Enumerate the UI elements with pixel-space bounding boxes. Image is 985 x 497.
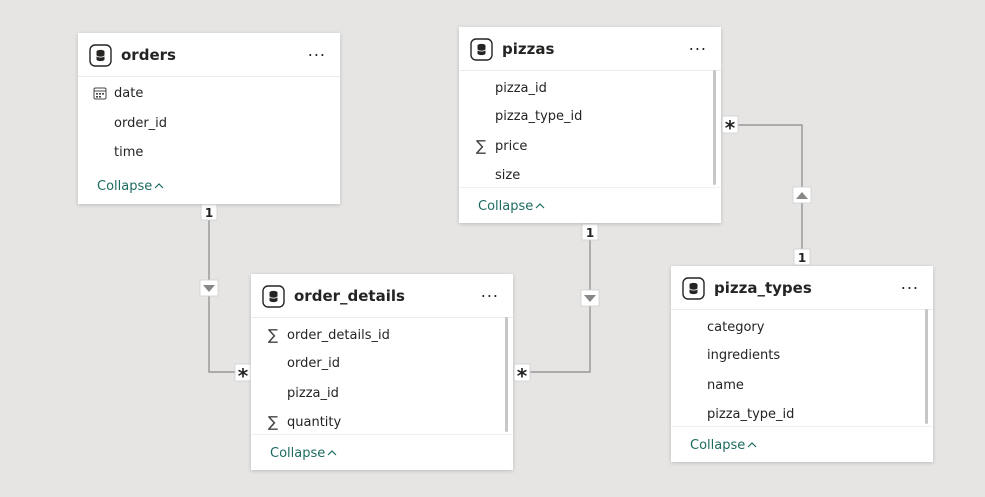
table-icon (682, 277, 705, 300)
field-name: pizza_type_id (495, 109, 583, 124)
chevron-up-icon (327, 450, 337, 456)
table-header[interactable]: order_details ... (251, 274, 513, 318)
cardinality-badge-pizza-types-one: 1 (793, 248, 811, 266)
model-diagram-canvas: 1 * 1 * * 1 orders ... date order_id tim… (0, 0, 985, 497)
table-card-pizzas[interactable]: pizzas ... pizza_id pizza_type_id ∑ pric… (459, 27, 721, 223)
more-options-icon[interactable]: ... (901, 276, 919, 292)
field-name: name (707, 378, 744, 393)
calendar-icon (93, 87, 107, 100)
field-row[interactable]: ∑ order_details_id (251, 323, 513, 347)
field-row[interactable]: order_id (78, 111, 340, 135)
table-name: order_details (294, 287, 405, 305)
cardinality-badge-order-details-many-left: * (234, 363, 252, 388)
field-name: quantity (287, 415, 342, 430)
table-header[interactable]: pizzas ... (459, 27, 721, 71)
field-name: ingredients (707, 348, 781, 363)
table-icon (262, 285, 285, 308)
table-icon (470, 38, 493, 61)
collapse-label: Collapse (478, 199, 534, 214)
more-options-icon[interactable]: ... (308, 43, 326, 59)
cardinality-label: 1 (205, 206, 213, 220)
table-card-orders[interactable]: orders ... date order_id time Collapse (78, 33, 340, 204)
field-name: order_id (287, 356, 341, 371)
cardinality-badge-pizzas-one: 1 (581, 223, 599, 241)
relationship-pizza-types-pizzas[interactable] (722, 124, 803, 265)
chevron-up-icon (535, 203, 545, 209)
cardinality-label: 1 (798, 251, 806, 265)
field-row[interactable]: order_id (251, 351, 513, 375)
field-name: order_id (114, 116, 168, 131)
chevron-up-icon (747, 442, 757, 448)
divider (459, 187, 721, 188)
field-row[interactable]: pizza_id (251, 381, 513, 405)
collapse-button[interactable]: Collapse (270, 446, 337, 461)
collapse-label: Collapse (690, 438, 746, 453)
field-name: time (114, 145, 144, 160)
divider (251, 434, 513, 435)
collapse-button[interactable]: Collapse (690, 438, 757, 453)
scrollbar[interactable] (713, 70, 716, 185)
cardinality-badge-pizzas-many: * (721, 115, 739, 140)
field-name: size (495, 168, 521, 183)
field-row[interactable]: size (459, 163, 721, 187)
field-name: pizza_id (287, 386, 339, 401)
field-name: order_details_id (287, 328, 390, 343)
field-row[interactable]: time (78, 140, 340, 164)
filter-direction-arrow-icon[interactable] (199, 279, 219, 297)
table-header[interactable]: pizza_types ... (671, 266, 933, 310)
table-card-order-details[interactable]: order_details ... ∑ order_details_id ord… (251, 274, 513, 470)
table-card-pizza-types[interactable]: pizza_types ... category ingredients nam… (671, 266, 933, 462)
more-options-icon[interactable]: ... (689, 37, 707, 53)
sigma-icon: ∑ (267, 326, 279, 344)
field-row[interactable]: ∑ price (459, 134, 721, 158)
collapse-button[interactable]: Collapse (478, 199, 545, 214)
field-row[interactable]: pizza_id (459, 76, 721, 100)
collapse-button[interactable]: Collapse (97, 179, 164, 194)
field-row[interactable]: ingredients (671, 343, 933, 367)
collapse-label: Collapse (97, 179, 153, 194)
cardinality-badge-orders-one: 1 (200, 203, 218, 221)
field-row[interactable]: category (671, 315, 933, 339)
relationship-pizzas-order-details[interactable] (514, 224, 591, 373)
table-name: orders (121, 46, 176, 64)
table-name: pizzas (502, 40, 555, 58)
collapse-label: Collapse (270, 446, 326, 461)
cardinality-label: * (725, 116, 736, 140)
table-name: pizza_types (714, 279, 812, 297)
cardinality-label: 1 (586, 226, 594, 240)
scrollbar[interactable] (505, 317, 508, 432)
chevron-up-icon (154, 183, 164, 189)
field-name: category (707, 320, 765, 335)
sigma-icon: ∑ (475, 137, 487, 155)
field-row[interactable]: name (671, 373, 933, 397)
table-header[interactable]: orders ... (78, 33, 340, 77)
cardinality-label: * (238, 364, 249, 388)
field-row[interactable]: pizza_type_id (671, 402, 933, 426)
field-name: date (114, 86, 144, 101)
filter-direction-arrow-icon[interactable] (580, 289, 600, 307)
sigma-icon: ∑ (267, 413, 279, 431)
field-name: pizza_type_id (707, 407, 795, 422)
more-options-icon[interactable]: ... (481, 284, 499, 300)
table-icon (89, 44, 112, 67)
field-name: price (495, 139, 528, 154)
scrollbar[interactable] (925, 309, 928, 424)
field-row[interactable]: ∑ quantity (251, 410, 513, 434)
field-name: pizza_id (495, 81, 547, 96)
divider (671, 426, 933, 427)
cardinality-badge-order-details-many-right: * (513, 363, 531, 388)
field-row[interactable]: pizza_type_id (459, 104, 721, 128)
filter-direction-arrow-icon[interactable] (792, 186, 812, 204)
field-row[interactable]: date (78, 81, 340, 105)
cardinality-label: * (517, 364, 528, 388)
